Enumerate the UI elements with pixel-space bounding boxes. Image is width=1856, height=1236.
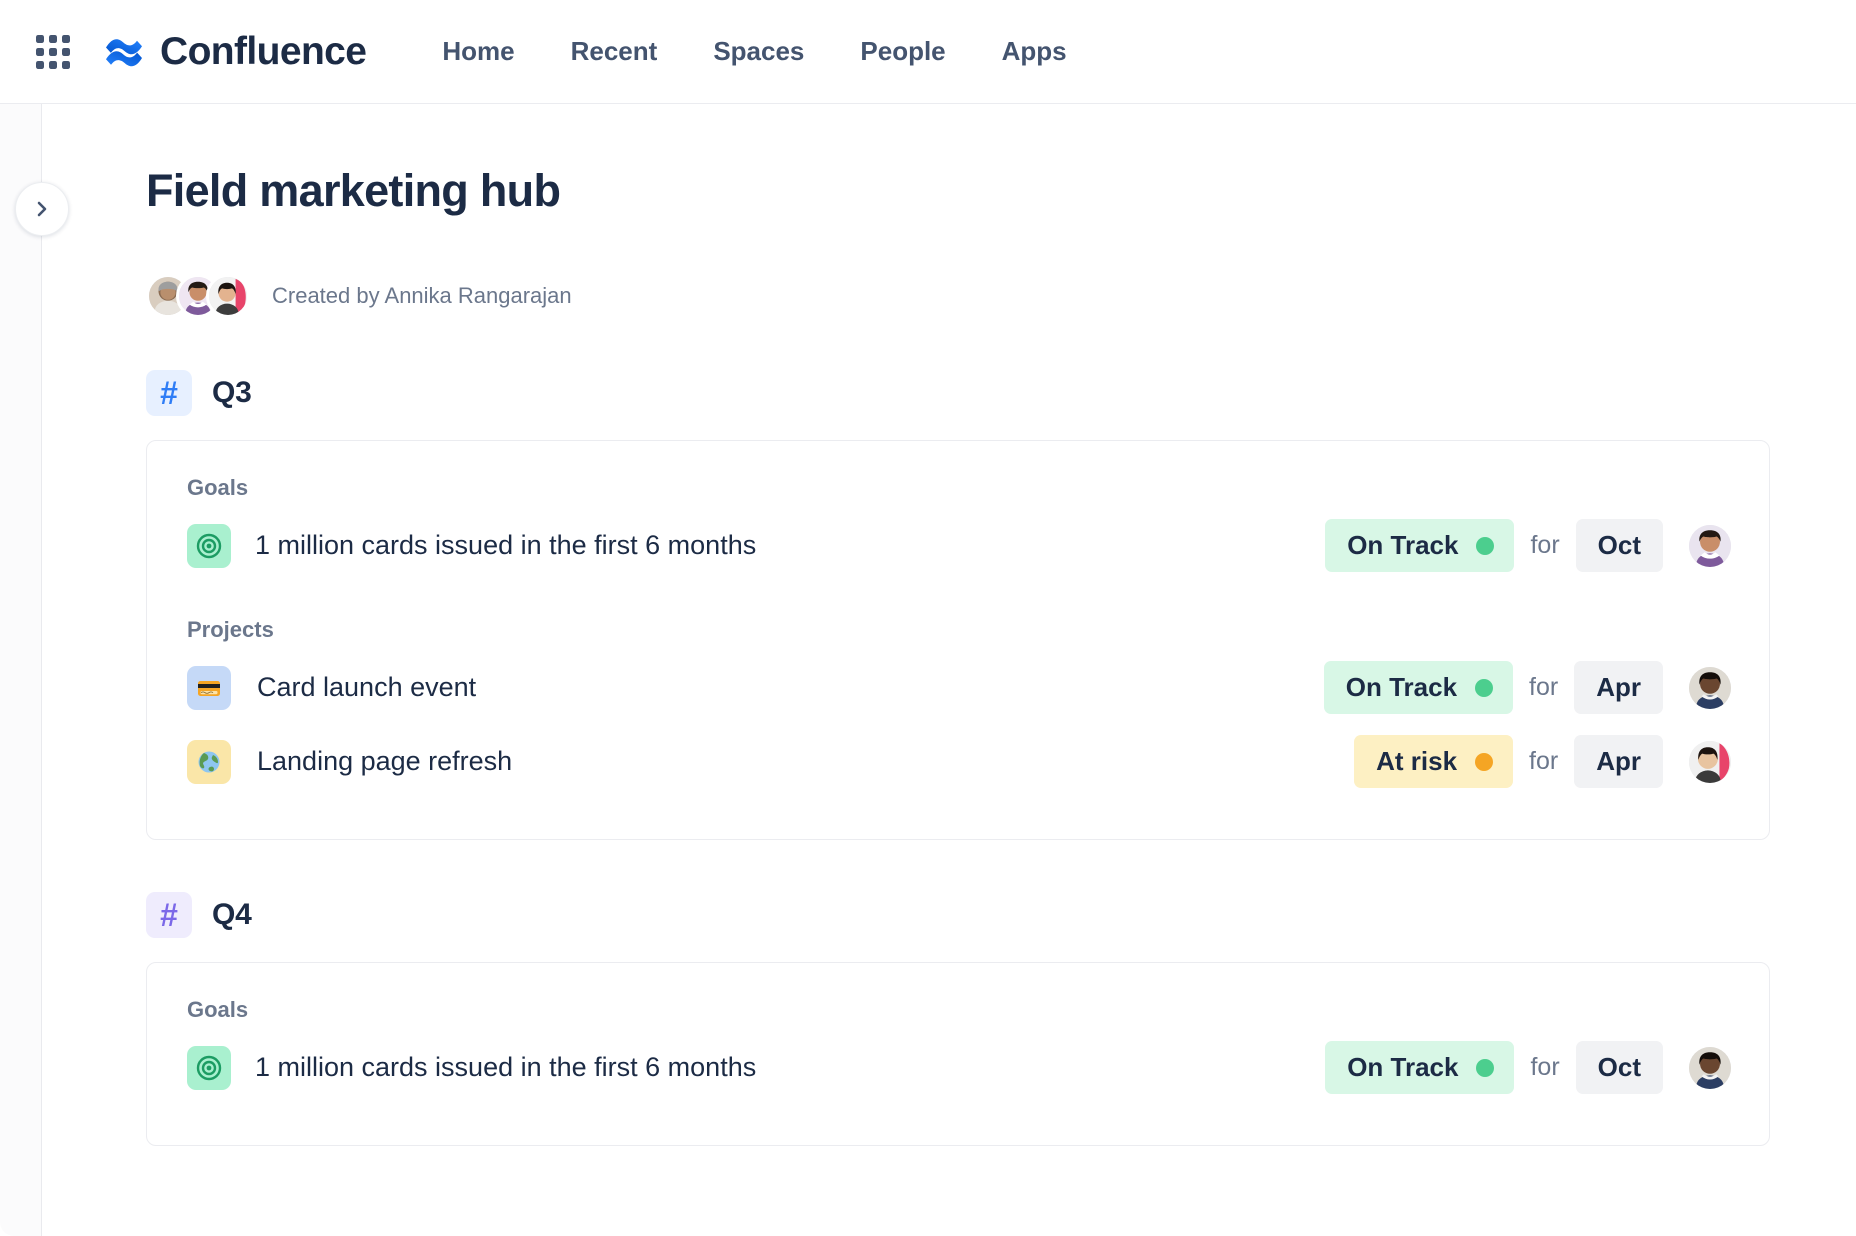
month-chip[interactable]: Oct bbox=[1576, 519, 1663, 572]
contributor-avatars[interactable] bbox=[146, 274, 236, 318]
section-title: Q3 bbox=[212, 376, 252, 410]
status-dot-icon bbox=[1475, 679, 1493, 697]
status-label: On Track bbox=[1347, 1052, 1458, 1083]
owner-avatar[interactable] bbox=[1689, 741, 1731, 783]
primary-nav: Home Recent Spaces People Apps bbox=[414, 26, 1094, 77]
status-badge[interactable]: On Track bbox=[1324, 661, 1513, 714]
byline-text: Created by Annika Rangarajan bbox=[272, 283, 572, 309]
for-label: for bbox=[1530, 1053, 1559, 1082]
grid-dot bbox=[36, 35, 44, 43]
brand-name: Confluence bbox=[160, 30, 366, 74]
owner-avatar[interactable] bbox=[1689, 667, 1731, 709]
hash-icon: # bbox=[146, 892, 192, 938]
projects-group-label: Projects bbox=[187, 617, 1731, 643]
credit-card-icon bbox=[187, 666, 231, 710]
chevron-right-icon bbox=[32, 199, 52, 219]
grid-dot bbox=[36, 48, 44, 56]
project-title: Landing page refresh bbox=[257, 746, 512, 777]
owner-avatar[interactable] bbox=[1689, 525, 1731, 567]
goal-row[interactable]: 1 million cards issued in the first 6 mo… bbox=[187, 509, 1731, 583]
owner-avatar[interactable] bbox=[1689, 1047, 1731, 1089]
byline: Created by Annika Rangarajan bbox=[146, 274, 1770, 318]
status-dot-icon bbox=[1476, 537, 1494, 555]
sidebar-expand-button[interactable] bbox=[15, 182, 69, 236]
avatar bbox=[1689, 1047, 1731, 1089]
goal-title: 1 million cards issued in the first 6 mo… bbox=[255, 530, 756, 561]
page-title: Field marketing hub bbox=[146, 166, 1770, 216]
nav-link-people[interactable]: People bbox=[832, 26, 973, 77]
globe-icon bbox=[187, 740, 231, 784]
goal-title: 1 million cards issued in the first 6 mo… bbox=[255, 1052, 756, 1083]
project-title: Card launch event bbox=[257, 672, 476, 703]
nav-link-apps[interactable]: Apps bbox=[974, 26, 1095, 77]
nav-link-recent[interactable]: Recent bbox=[543, 26, 686, 77]
grid-apps-icon[interactable] bbox=[30, 29, 76, 75]
for-label: for bbox=[1530, 531, 1559, 560]
nav-link-home[interactable]: Home bbox=[414, 26, 542, 77]
month-chip[interactable]: Apr bbox=[1574, 735, 1663, 788]
status-badge[interactable]: On Track bbox=[1325, 519, 1514, 572]
grid-dot bbox=[62, 35, 70, 43]
status-dot-icon bbox=[1475, 753, 1493, 771]
hash-icon: # bbox=[146, 370, 192, 416]
status-badge[interactable]: On Track bbox=[1325, 1041, 1514, 1094]
section-q4: # Q4 Goals 1 million cards iss bbox=[146, 892, 1770, 1146]
project-row[interactable]: Landing page refresh At risk for Apr bbox=[187, 725, 1731, 799]
top-navigation-bar: Confluence Home Recent Spaces People App… bbox=[0, 0, 1856, 104]
grid-dot bbox=[49, 61, 57, 69]
confluence-page: Confluence Home Recent Spaces People App… bbox=[0, 0, 1856, 1236]
avatar bbox=[1689, 741, 1731, 783]
for-label: for bbox=[1529, 747, 1558, 776]
nav-link-spaces[interactable]: Spaces bbox=[685, 26, 832, 77]
target-goal-icon bbox=[187, 1046, 231, 1090]
target-goal-icon bbox=[187, 524, 231, 568]
avatar bbox=[1689, 525, 1731, 567]
avatar bbox=[1689, 667, 1731, 709]
confluence-logo-icon bbox=[102, 30, 146, 74]
section-q4-heading[interactable]: # Q4 bbox=[146, 892, 1770, 938]
page-body: Field marketing hub bbox=[0, 104, 1856, 1236]
section-q3-card: Goals 1 million cards issued in the firs… bbox=[146, 440, 1770, 840]
grid-dot bbox=[62, 48, 70, 56]
collapsed-sidebar-rail bbox=[0, 104, 42, 1236]
status-dot-icon bbox=[1476, 1059, 1494, 1077]
section-title: Q4 bbox=[212, 898, 252, 932]
avatar[interactable] bbox=[206, 274, 250, 318]
section-q3-heading[interactable]: # Q3 bbox=[146, 370, 1770, 416]
section-q4-card: Goals 1 million cards issued in the firs… bbox=[146, 962, 1770, 1146]
page-content: Field marketing hub bbox=[42, 104, 1856, 1236]
grid-dot bbox=[49, 35, 57, 43]
section-q3: # Q3 Goals 1 million cards is bbox=[146, 370, 1770, 840]
status-label: At risk bbox=[1376, 746, 1457, 777]
goal-row[interactable]: 1 million cards issued in the first 6 mo… bbox=[187, 1031, 1731, 1105]
for-label: for bbox=[1529, 673, 1558, 702]
goals-group-label: Goals bbox=[187, 997, 1731, 1023]
month-chip[interactable]: Oct bbox=[1576, 1041, 1663, 1094]
grid-dot bbox=[62, 61, 70, 69]
grid-dot bbox=[49, 48, 57, 56]
status-badge[interactable]: At risk bbox=[1354, 735, 1513, 788]
project-row[interactable]: Card launch event On Track for Apr bbox=[187, 651, 1731, 725]
grid-dot bbox=[36, 61, 44, 69]
status-label: On Track bbox=[1347, 530, 1458, 561]
month-chip[interactable]: Apr bbox=[1574, 661, 1663, 714]
status-label: On Track bbox=[1346, 672, 1457, 703]
confluence-home-link[interactable]: Confluence bbox=[102, 30, 366, 74]
goals-group-label: Goals bbox=[187, 475, 1731, 501]
